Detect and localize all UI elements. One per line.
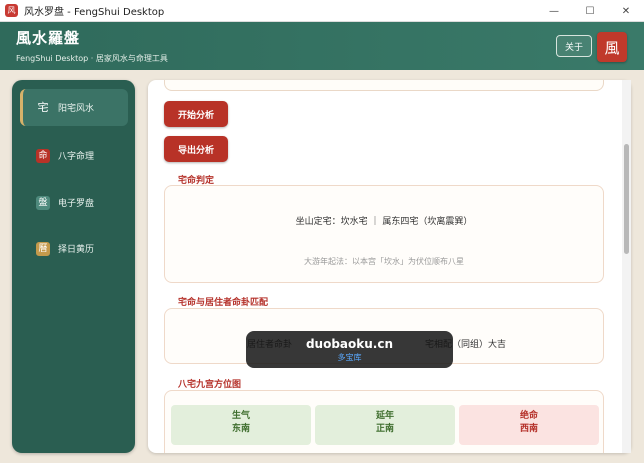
palace-direction: 西南 <box>519 424 538 434</box>
sidebar-item-label: 八字命理 <box>58 152 95 162</box>
palace-cell[interactable]: 延年 正南 <box>315 405 455 445</box>
watermark-overlay: duobaoku.cn 多宝库 <box>246 331 453 368</box>
sidebar-item-bazi[interactable]: 命 八字命理 <box>20 137 128 174</box>
sidebar-item-compass[interactable]: 盤 电子罗盘 <box>20 184 128 221</box>
palace-direction: 正南 <box>375 424 394 434</box>
palace-star: 延年 <box>375 411 394 421</box>
palace-direction: 东南 <box>231 424 250 434</box>
app-icon: 风 <box>5 4 18 17</box>
app-subtitle: FengShui Desktop · 居家风水与命理工具 <box>16 54 168 63</box>
match-section-title: 宅命与居住者命卦匹配 <box>178 298 269 308</box>
previous-card-edge <box>164 80 604 91</box>
palace-star: 生气 <box>231 411 250 421</box>
content-panel: 开始分析 导出分析 宅命判定 坐山定宅：坎水宅 ｜ 属东四宅（坎离震巽） 大游年… <box>148 80 631 453</box>
sidebar-item-label: 电子罗盘 <box>58 199 95 209</box>
sidebar: 宅 阳宅风水 命 八字命理 盤 电子罗盘 曆 择日黄历 <box>12 80 135 453</box>
app-header: 風水羅盤 FengShui Desktop · 居家风水与命理工具 关于 風 <box>0 22 644 70</box>
watermark-subtext: 多宝库 <box>337 353 362 362</box>
house-result-text: 坐山定宅：坎水宅 ｜ 属东四宅（坎离震巽） <box>295 217 473 227</box>
sidebar-item-label: 阳宅风水 <box>58 104 95 114</box>
app-title: 風水羅盤 <box>16 29 81 47</box>
brand-logo: 風 <box>597 32 627 62</box>
destiny-icon: 命 <box>36 148 50 163</box>
window-controls: — ☐ ✕ <box>536 0 644 22</box>
palace-cell[interactable]: 绝命 西南 <box>459 405 599 445</box>
sidebar-item-yangzhai[interactable]: 宅 阳宅风水 <box>20 89 128 126</box>
house-icon: 宅 <box>37 100 49 114</box>
close-button[interactable]: ✕ <box>608 0 644 22</box>
nine-palace-title: 八宅九宫方位图 <box>178 380 242 390</box>
content-scrollbar[interactable] <box>622 80 631 453</box>
house-note-text: 大游年起法：以本宫「坎水」为伏位顺布八星 <box>304 257 464 266</box>
palace-cell[interactable]: 生气 东南 <box>171 405 311 445</box>
about-button[interactable]: 关于 <box>556 35 592 57</box>
maximize-button[interactable]: ☐ <box>572 0 608 22</box>
export-analysis-button[interactable]: 导出分析 <box>164 136 229 162</box>
window-titlebar: 风 风水罗盘 - FengShui Desktop — ☐ ✕ <box>0 0 644 22</box>
compass-icon: 盤 <box>36 195 50 210</box>
watermark-text: duobaoku.cn <box>305 337 394 351</box>
start-analysis-button[interactable]: 开始分析 <box>164 101 229 127</box>
minimize-button[interactable]: — <box>536 0 572 22</box>
scrollbar-thumb[interactable] <box>624 144 629 254</box>
window-title: 风水罗盘 - FengShui Desktop <box>24 7 165 18</box>
calendar-icon: 曆 <box>36 241 50 256</box>
house-result-card: 坐山定宅：坎水宅 ｜ 属东四宅（坎离震巽） 大游年起法：以本宫「坎水」为伏位顺布… <box>164 185 604 283</box>
sidebar-item-calendar[interactable]: 曆 择日黄历 <box>20 230 128 267</box>
palace-star: 绝命 <box>519 411 538 421</box>
nine-palace-card: 生气 东南 延年 正南 绝命 西南 <box>164 390 604 453</box>
sidebar-item-label: 择日黄历 <box>58 245 95 255</box>
